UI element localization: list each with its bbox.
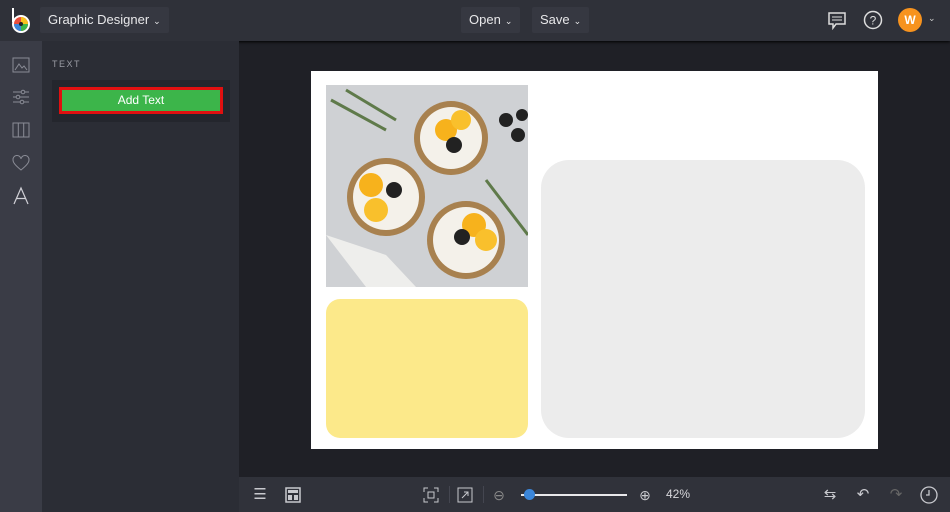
sliders-icon[interactable] [11,87,31,107]
divider [483,486,484,503]
save-label: Save [540,12,570,27]
swap-icon[interactable]: ⇆ [820,485,840,505]
app-menu-label: Graphic Designer [48,12,150,27]
tarts-photo[interactable] [326,85,528,287]
gray-shape[interactable] [541,160,865,438]
add-text-container: Add Text [52,80,230,122]
zoom-out-button[interactable]: ⊖ [489,485,509,505]
history-icon[interactable] [919,485,939,505]
divider [449,486,450,503]
top-bar: Graphic Designer ⌄ Open ⌄ Save ⌄ ? W ⌄ [0,0,950,41]
open-button[interactable]: Open ⌄ [461,7,521,33]
undo-icon[interactable]: ↶ [853,485,873,505]
image-icon[interactable] [11,55,31,75]
panel-title: TEXT [52,59,82,69]
text-panel: TEXT Add Text [42,41,239,512]
chevron-down-icon: ⌄ [573,16,582,26]
open-label: Open [469,12,501,27]
expand-icon[interactable] [455,485,475,505]
app-menu-button[interactable]: Graphic Designer ⌄ [40,7,169,33]
bottom-toolbar: ☰ ⊖ ⊕ 42% ⇆ ↶ ↷ [239,477,950,512]
chevron-down-icon: ⌄ [504,16,513,26]
zoom-level: 42% [666,487,691,501]
save-button[interactable]: Save ⌄ [532,7,590,33]
add-text-button[interactable]: Add Text [59,87,223,114]
artboard[interactable] [311,71,878,449]
zoom-in-button[interactable]: ⊕ [635,485,655,505]
redo-icon[interactable]: ↷ [886,485,906,505]
avatar[interactable]: W [898,8,922,32]
app-logo[interactable] [10,8,32,34]
help-icon[interactable]: ? [863,10,883,30]
layout-icon[interactable] [283,485,303,505]
zoom-slider-handle[interactable] [524,489,535,500]
layers-icon[interactable]: ☰ [250,485,270,505]
svg-text:?: ? [870,14,877,28]
heart-icon[interactable] [11,153,31,173]
chevron-down-icon[interactable]: ⌄ [928,13,936,24]
fit-screen-icon[interactable] [421,485,441,505]
tool-rail [0,41,42,512]
text-icon[interactable] [11,186,31,206]
chat-icon[interactable] [827,11,847,30]
chevron-down-icon: ⌄ [153,16,161,26]
columns-icon[interactable] [11,120,31,140]
zoom-slider[interactable] [521,494,627,496]
yellow-shape[interactable] [326,299,528,438]
